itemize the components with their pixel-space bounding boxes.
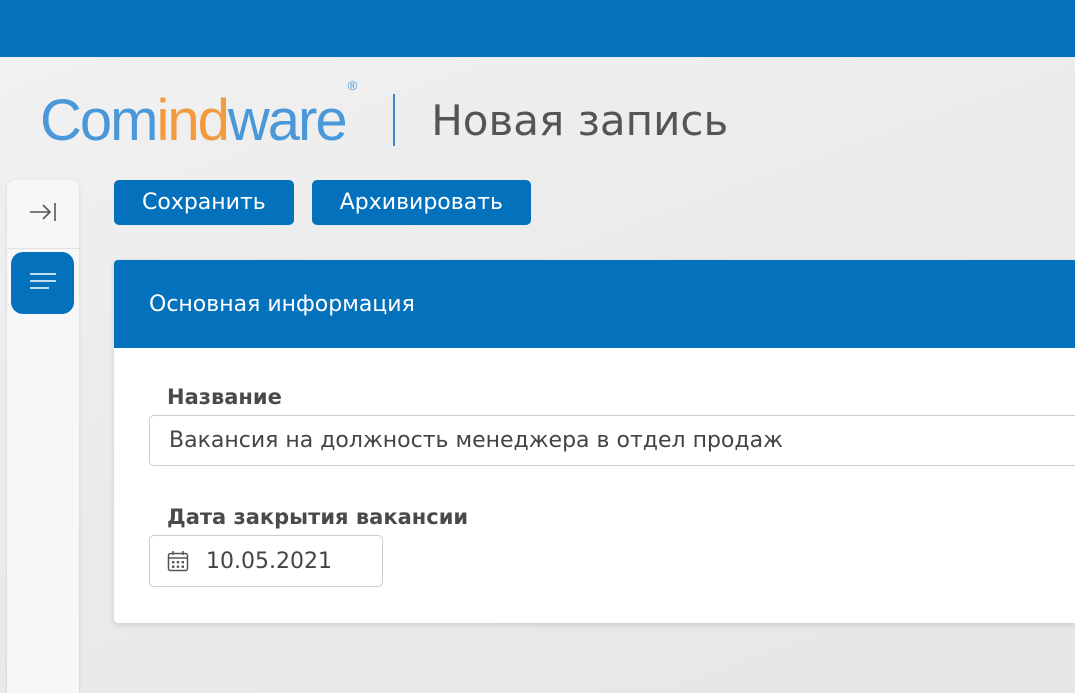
page-header: Comindware® Новая запись xyxy=(40,79,729,160)
logo-part-ware: ware xyxy=(227,88,348,153)
name-field-label: Название xyxy=(167,385,282,409)
calendar-icon[interactable] xyxy=(167,550,189,572)
card-title: Основная информация xyxy=(149,291,415,317)
logo-part-com: Com xyxy=(40,88,158,153)
menu-button[interactable] xyxy=(11,252,74,314)
toolbar: Сохранить Архивировать xyxy=(114,180,531,225)
collapse-panel-button[interactable] xyxy=(7,180,79,249)
comindware-logo: Comindware® xyxy=(40,79,357,150)
closing-date-input[interactable]: 10.05.2021 xyxy=(149,535,383,587)
registered-mark: ® xyxy=(347,77,358,93)
header-divider xyxy=(393,94,396,146)
name-input-value: Вакансия на должность менеджера в отдел … xyxy=(169,428,783,453)
archive-button[interactable]: Архивировать xyxy=(311,180,531,225)
side-panel xyxy=(7,180,79,693)
logo-part-ind: ind xyxy=(156,88,229,153)
page-title: Новая запись xyxy=(431,95,729,145)
name-input[interactable]: Вакансия на должность менеджера в отдел … xyxy=(149,415,1075,466)
card-header: Основная информация xyxy=(114,260,1075,348)
main-info-card: Основная информация Название Вакансия на… xyxy=(114,260,1075,623)
closing-date-label: Дата закрытия вакансии xyxy=(167,505,469,529)
top-bar xyxy=(0,0,1075,57)
collapse-right-icon xyxy=(28,200,58,228)
save-button[interactable]: Сохранить xyxy=(114,180,294,225)
closing-date-value: 10.05.2021 xyxy=(206,548,332,574)
menu-icon xyxy=(29,271,57,295)
